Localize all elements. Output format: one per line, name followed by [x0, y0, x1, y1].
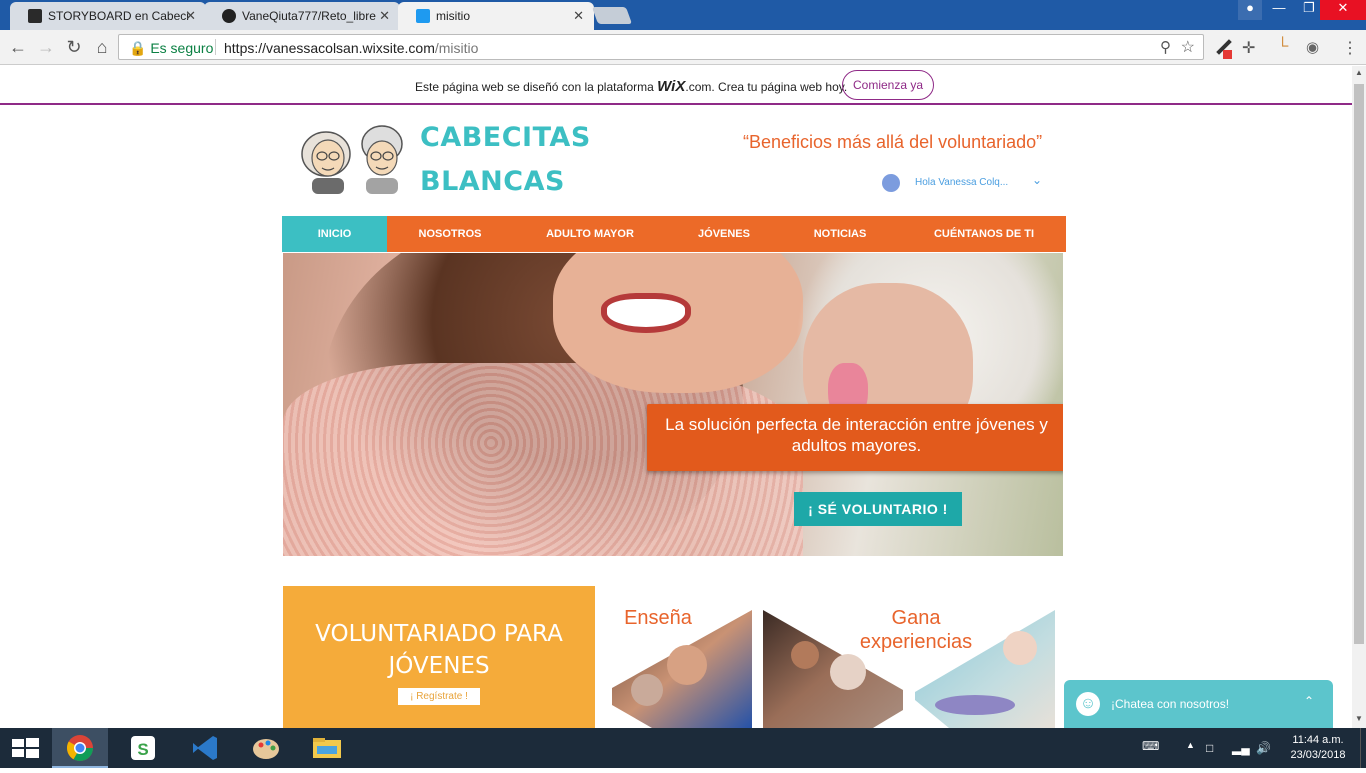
nav-noticias[interactable]: NOTICIAS [780, 216, 900, 252]
chat-widget[interactable]: ☺ ¡Chatea con nosotros! ⌃ [1064, 680, 1333, 728]
start-now-button[interactable]: Comienza ya [842, 70, 934, 100]
new-tab-button[interactable] [591, 7, 633, 24]
browser-tabstrip: STORYBOARD en Cabeci ✕ VaneQiuta777/Reto… [0, 0, 1366, 30]
url-path: /misitio [434, 40, 479, 56]
close-tab-icon[interactable]: ✕ [185, 8, 196, 24]
volume-icon[interactable]: 🔊 [1256, 741, 1271, 755]
brand-line-2: BLANCAS [420, 166, 565, 197]
profile-icon[interactable]: ● [1238, 0, 1262, 20]
hero-photo-shape [601, 293, 691, 333]
lock-icon: 🔒 [129, 40, 147, 56]
site-slogan: “Beneficios más allá del voluntariado” [743, 132, 1043, 152]
ruler-extension-icon[interactable]: └ [1277, 38, 1295, 56]
experience-photo[interactable] [915, 610, 1055, 728]
chevron-down-icon[interactable]: ⌄ [1032, 173, 1042, 187]
browser-toolbar: ← → ↻ ⌂ 🔒 Es seguro https://vanessacolsa… [0, 30, 1366, 65]
bookmark-star-icon[interactable]: ☆ [1181, 37, 1195, 57]
slack-taskbar-icon[interactable]: S [115, 728, 171, 768]
github-icon [222, 9, 236, 23]
close-window-icon[interactable]: ✕ [1320, 0, 1366, 20]
close-tab-icon[interactable]: ✕ [379, 8, 390, 24]
scrollbar-thumb[interactable] [1354, 84, 1364, 644]
youth-title-line-2: JÓVENES [388, 653, 490, 679]
tray-expand-icon[interactable]: ▲ [1186, 740, 1195, 750]
crosshair-extension-icon[interactable]: ✛ [1242, 38, 1260, 57]
site-nav: INICIO NOSOTROS ADULTO MAYOR JÓVENES NOT… [282, 216, 1066, 252]
register-button[interactable]: ¡ Regístrate ! [398, 688, 480, 705]
address-bar[interactable]: 🔒 Es seguro https://vanessacolsan.wixsit… [118, 34, 1204, 60]
tab-misitio[interactable]: misitio ✕ [398, 2, 594, 30]
hero-banner: La solución perfecta de interacción entr… [283, 253, 1063, 556]
user-greeting: Hola Vanessa Colq... [915, 177, 1009, 188]
nav-cuentanos-de-ti[interactable]: CUÉNTANOS DE TI [916, 216, 1052, 252]
site-brand[interactable]: CABECITAS BLANCAS [420, 116, 591, 204]
tab-label: STORYBOARD en Cabeci [48, 9, 189, 23]
user-avatar-icon [882, 174, 900, 192]
device-icon[interactable]: □ [1206, 741, 1213, 755]
youth-title-line-1: VOLUNTARIADO PARA [315, 621, 563, 647]
brand-line-1: CABECITAS [420, 122, 591, 153]
nav-nosotros[interactable]: NOSOTROS [390, 216, 510, 252]
clock-time: 11:44 a.m. [1292, 734, 1344, 746]
smiley-icon: ☺ [1076, 692, 1100, 716]
minimize-icon[interactable]: — [1264, 0, 1294, 20]
url-host: https://vanessacolsan.wixsite.com [224, 40, 435, 56]
youth-volunteer-card: VOLUNTARIADO PARA JÓVENES ¡ Regístrate ! [283, 586, 595, 728]
keyboard-icon[interactable]: ⌨ [1142, 739, 1159, 753]
tab-storyboard[interactable]: STORYBOARD en Cabeci ✕ [10, 2, 206, 30]
youth-card-title: VOLUNTARIADO PARA JÓVENES [283, 618, 595, 682]
close-tab-icon[interactable]: ✕ [573, 8, 584, 24]
trello-icon [28, 9, 42, 23]
wix-banner-text-after: .com. Crea tu página web hoy. [685, 80, 848, 94]
page-scrollbar[interactable]: ▲ ▼ [1352, 66, 1366, 728]
wix-banner-text-before: Este página web se diseñó con la platafo… [415, 80, 658, 94]
url-text[interactable]: https://vanessacolsan.wixsite.com/misiti… [224, 40, 478, 56]
nav-jovenes[interactable]: JÓVENES [664, 216, 784, 252]
wix-logo: WiX [657, 78, 686, 95]
network-icon[interactable]: ▂▄ [1232, 741, 1250, 755]
volunteer-button[interactable]: ¡ SÉ VOLUNTARIO ! [794, 492, 962, 526]
secure-label: Es seguro [150, 40, 214, 56]
file-explorer-taskbar-icon[interactable] [299, 728, 355, 768]
teach-photo[interactable] [612, 610, 752, 728]
tab-label: misitio [436, 9, 471, 23]
wix-icon [416, 9, 430, 23]
tab-label: VaneQiuta777/Reto_libre [242, 9, 376, 23]
divider [215, 39, 216, 55]
home-icon[interactable]: ⌂ [91, 36, 113, 58]
color-swatch-icon [1223, 50, 1232, 59]
scroll-up-icon[interactable]: ▲ [1355, 68, 1363, 77]
menu-icon[interactable]: ⋮ [1342, 38, 1360, 57]
zoom-icon[interactable]: ⚲ [1160, 38, 1171, 56]
forward-icon[interactable]: → [35, 36, 57, 58]
show-desktop-button[interactable] [1360, 728, 1366, 768]
back-icon[interactable]: ← [7, 36, 29, 58]
wix-banner-text: Este página web se diseñó con la platafo… [415, 78, 847, 95]
windows-start-icon[interactable] [0, 728, 50, 768]
svg-text:S: S [137, 740, 148, 759]
secure-indicator[interactable]: 🔒 Es seguro [129, 40, 213, 57]
chevron-up-icon[interactable]: ⌃ [1304, 694, 1314, 708]
scroll-down-icon[interactable]: ▼ [1355, 714, 1363, 723]
elderly-couple-logo [301, 125, 403, 194]
tab-github[interactable]: VaneQiuta777/Reto_libre ✕ [204, 2, 400, 30]
reload-icon[interactable]: ↻ [63, 36, 85, 58]
camera-extension-icon[interactable]: ◉ [1306, 38, 1324, 56]
nav-inicio[interactable]: INICIO [282, 216, 387, 252]
clock-date: 23/03/2018 [1290, 749, 1346, 761]
paint-taskbar-icon[interactable] [238, 728, 294, 768]
chrome-taskbar-icon[interactable] [52, 728, 108, 768]
wix-banner: Este página web se diseñó con la platafo… [0, 66, 1352, 105]
nav-adulto-mayor[interactable]: ADULTO MAYOR [530, 216, 650, 252]
chat-label: ¡Chatea con nosotros! [1111, 697, 1230, 711]
system-clock[interactable]: 11:44 a.m. 23/03/2018 [1288, 733, 1348, 763]
vscode-taskbar-icon[interactable] [177, 728, 233, 768]
windows-taskbar: S ⌨ ▲ □ ▂▄ 🔊 11:44 a.m. 23/03/2018 [0, 728, 1366, 768]
hero-caption: La solución perfecta de interacción entr… [647, 404, 1063, 471]
